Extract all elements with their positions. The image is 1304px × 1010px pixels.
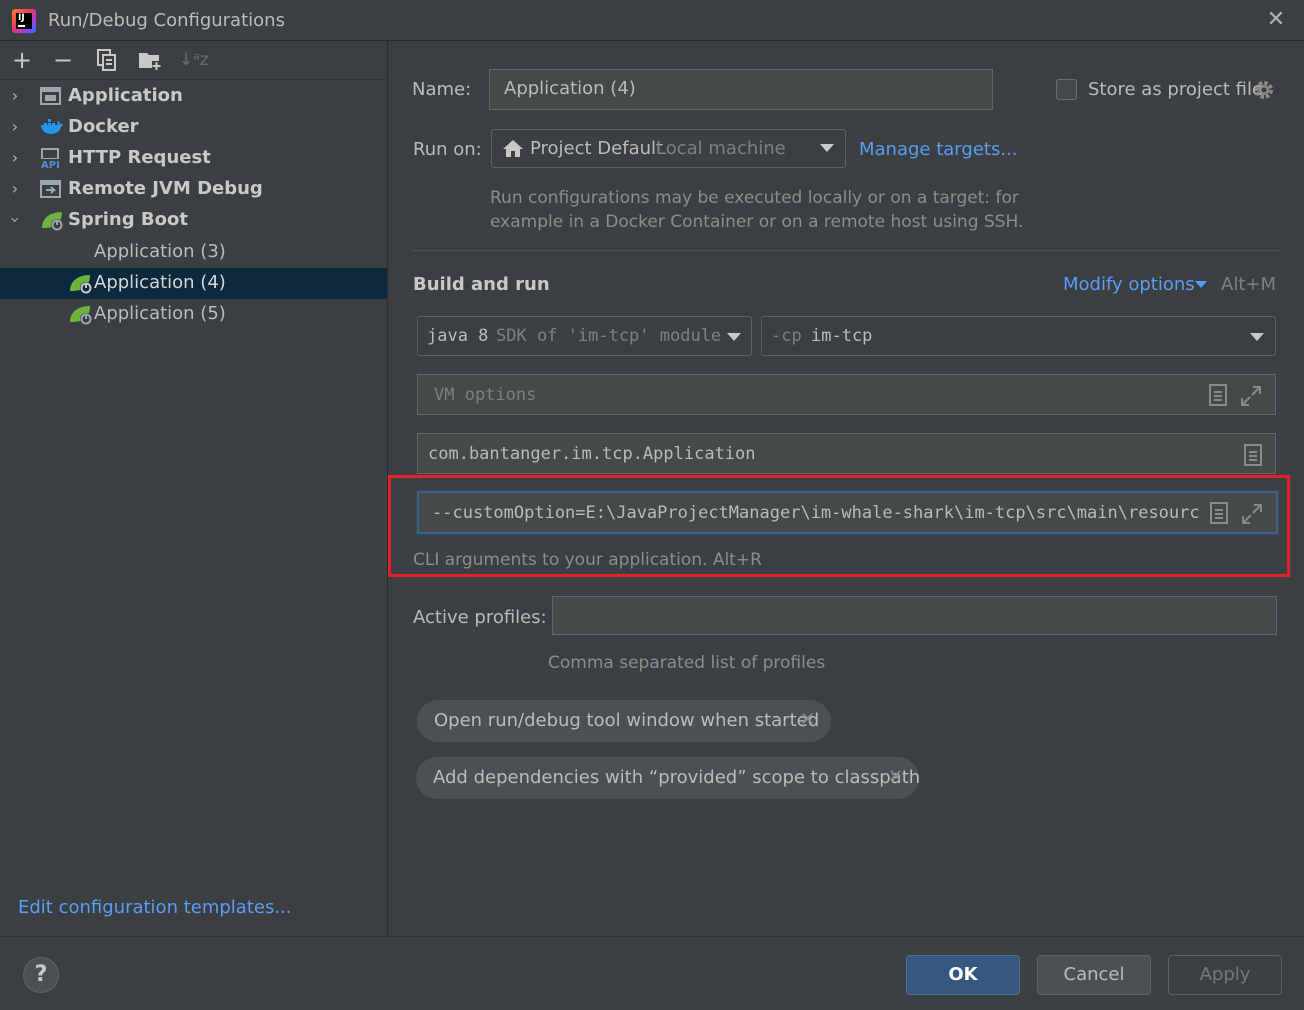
jdk-dropdown[interactable]: java 8 SDK of 'im-tcp' module	[417, 316, 752, 356]
chevron-down-icon[interactable]	[1195, 281, 1207, 288]
window-title: Run/Debug Configurations	[48, 10, 285, 31]
vm-options-placeholder: VM options	[434, 385, 537, 405]
tree-item-http-request[interactable]: › API HTTP Request	[0, 143, 387, 174]
spring-boot-icon	[68, 273, 92, 294]
chevron-right-icon[interactable]: ›	[7, 86, 23, 106]
classpath-module: im-tcp	[811, 326, 873, 346]
tree-item-label: Remote JVM Debug	[68, 178, 263, 199]
home-icon	[502, 138, 524, 158]
section-separator	[412, 250, 1280, 251]
main-class-field[interactable]: com.bantanger.im.tcp.Application	[417, 433, 1276, 474]
add-configuration-button[interactable]: +	[9, 48, 35, 74]
document-icon[interactable]	[1209, 384, 1227, 406]
run-on-description-line-1: Run configurations may be executed local…	[490, 188, 1019, 208]
close-icon[interactable]: ✕	[1262, 6, 1290, 34]
folder-add-icon	[139, 53, 161, 70]
tree-item-label: Application (3)	[94, 241, 226, 262]
manage-targets-link[interactable]: Manage targets...	[859, 139, 1018, 160]
tree-item-label: HTTP Request	[68, 147, 211, 168]
intellij-logo-icon: IJ	[12, 9, 36, 33]
configuration-tree-panel: + − ↓ᵃz › Application › Docker › API HTT…	[0, 41, 388, 936]
run-on-description-line-2: example in a Docker Container or on a re…	[490, 212, 1024, 232]
modify-options-shortcut: Alt+M	[1221, 274, 1276, 295]
name-value: Application (4)	[504, 78, 636, 99]
tree-toolbar: + − ↓ᵃz	[0, 41, 388, 80]
remove-option-icon[interactable]: ✕	[888, 766, 903, 787]
remove-configuration-button[interactable]: −	[50, 48, 76, 74]
copy-configuration-button[interactable]	[94, 48, 120, 74]
run-on-label: Run on:	[413, 139, 482, 160]
application-icon	[40, 86, 62, 106]
option-chip-open-tool-window: Open run/debug tool window when started …	[417, 700, 831, 742]
tree-item-application[interactable]: › Application	[0, 81, 387, 112]
name-label: Name:	[412, 79, 472, 100]
name-field[interactable]: Application (4)	[489, 69, 993, 110]
ok-button[interactable]: OK	[906, 955, 1020, 995]
tree-item-spring-boot[interactable]: › Spring Boot	[0, 205, 387, 236]
classpath-prefix: -cp	[771, 326, 802, 346]
dialog-button-bar: ? OK Cancel Apply	[0, 936, 1304, 1010]
document-icon[interactable]	[1244, 444, 1262, 466]
remove-option-icon[interactable]: ✕	[800, 709, 815, 730]
spring-boot-icon	[40, 210, 63, 231]
tree-item-label: Application (5)	[94, 303, 226, 324]
remote-debug-icon	[40, 179, 62, 199]
api-badge: API	[41, 160, 60, 170]
apply-button[interactable]: Apply	[1168, 955, 1282, 995]
chevron-right-icon[interactable]: ›	[7, 117, 23, 137]
annotation-highlight-box	[388, 475, 1290, 577]
chevron-right-icon[interactable]: ›	[7, 179, 23, 199]
chevron-down-icon[interactable]: ›	[5, 212, 25, 228]
modify-options-link[interactable]: Modify options	[1063, 274, 1195, 295]
cancel-button[interactable]: Cancel	[1037, 955, 1151, 995]
chip-label: Open run/debug tool window when started	[434, 710, 820, 731]
run-on-dropdown[interactable]: Project Default Local machine	[491, 129, 846, 168]
jdk-detail: SDK of 'im-tcp' module	[496, 326, 722, 346]
option-chip-provided-scope: Add dependencies with “provided” scope t…	[416, 757, 921, 799]
move-to-folder-button[interactable]	[137, 48, 163, 74]
tree-item-remote-jvm-debug[interactable]: › Remote JVM Debug	[0, 174, 387, 205]
tree-item-label: Application (4)	[94, 272, 226, 293]
expand-icon[interactable]	[1240, 385, 1262, 407]
chevron-down-icon	[727, 333, 741, 341]
chevron-right-icon[interactable]: ›	[7, 148, 23, 168]
chevron-down-icon	[1250, 333, 1264, 341]
spring-boot-icon	[68, 304, 92, 325]
title-bar: IJ Run/Debug Configurations ✕	[0, 0, 1304, 41]
main-class-value: com.bantanger.im.tcp.Application	[428, 444, 756, 464]
api-icon: API	[40, 148, 64, 171]
chip-label: Add dependencies with “provided” scope t…	[433, 767, 921, 788]
vm-options-field[interactable]: VM options	[417, 374, 1276, 415]
store-as-project-file-checkbox[interactable]	[1056, 79, 1077, 100]
classpath-dropdown[interactable]: -cp im-tcp	[761, 316, 1276, 356]
docker-icon	[40, 117, 63, 137]
active-profiles-label: Active profiles:	[413, 607, 547, 628]
gear-icon[interactable]	[1253, 79, 1275, 101]
help-button[interactable]: ?	[23, 957, 59, 993]
store-as-project-file-label: Store as project file	[1088, 79, 1264, 100]
tree-item-label: Application	[68, 85, 183, 106]
copy-icon	[97, 49, 116, 71]
run-on-hint: Local machine	[656, 138, 786, 159]
tree-item-label: Spring Boot	[68, 209, 188, 230]
run-on-value: Project Default	[530, 138, 664, 159]
active-profiles-hint: Comma separated list of profiles	[548, 653, 826, 673]
tree-item-application-5[interactable]: Application (5)	[0, 299, 387, 330]
active-profiles-field[interactable]	[552, 596, 1277, 635]
build-and-run-title: Build and run	[413, 274, 550, 295]
chevron-down-icon	[820, 144, 834, 152]
tree-item-application-4[interactable]: Application (4)	[0, 268, 387, 299]
sort-icon[interactable]: ↓ᵃz	[179, 48, 209, 74]
tree-item-label: Docker	[68, 116, 139, 137]
tree-item-application-3[interactable]: Application (3)	[0, 237, 387, 268]
jdk-version: java 8	[427, 326, 489, 346]
edit-configuration-templates-link[interactable]: Edit configuration templates...	[18, 897, 292, 918]
tree-item-docker[interactable]: › Docker	[0, 112, 387, 143]
